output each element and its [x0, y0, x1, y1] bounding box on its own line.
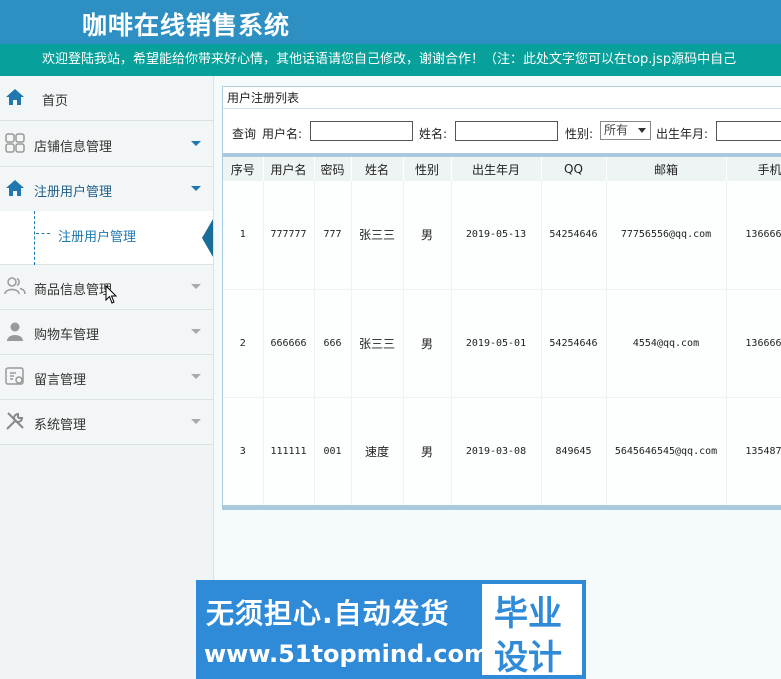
- mouse-cursor-icon: [105, 285, 118, 304]
- banner-slogan: 无须担心.自动发货: [206, 597, 450, 630]
- chevron-down-icon: [191, 419, 201, 424]
- col-header: QQ: [541, 157, 607, 181]
- gender-select[interactable]: 所有: [600, 121, 651, 140]
- sidebar-item-label: 注册用户管理: [34, 185, 113, 200]
- sidebar-item-registered-users[interactable]: 注册用户管理: [0, 167, 213, 212]
- chevron-down-icon: [191, 284, 201, 289]
- username-label: 用户名:: [262, 127, 303, 141]
- home-icon: [6, 180, 24, 196]
- col-header: 姓名: [351, 157, 404, 181]
- name-label: 姓名:: [419, 127, 448, 141]
- search-bar: 查询 用户名: 姓名: 性别: 所有 出生年月:: [223, 109, 781, 153]
- table-header-row: 序号 用户名 密码 姓名 性别 出生年月 QQ 邮箱 手机: [223, 157, 781, 181]
- message-icon: [5, 367, 24, 385]
- top-header: 咖啡在线销售系统: [0, 0, 781, 44]
- col-header: 性别: [403, 157, 452, 181]
- gender-label: 性别:: [565, 127, 594, 141]
- user-table: 序号 用户名 密码 姓名 性别 出生年月 QQ 邮箱 手机 1 777777 7…: [223, 157, 781, 506]
- username-input[interactable]: [310, 121, 413, 141]
- sidebar-subitem-label: 注册用户管理: [58, 230, 137, 245]
- col-header: 邮箱: [606, 157, 727, 181]
- sidebar-item-shop-info[interactable]: 店铺信息管理: [0, 122, 213, 167]
- name-input[interactable]: [455, 121, 558, 141]
- sidebar-item-system[interactable]: 系统管理: [0, 400, 213, 445]
- active-pointer-icon: [202, 219, 213, 257]
- sidebar-item-label: 商品信息管理: [34, 283, 113, 298]
- tools-icon: [6, 412, 24, 430]
- birth-label: 出生年月:: [656, 127, 709, 141]
- col-header: 序号: [223, 157, 264, 181]
- grid-icon: [5, 133, 25, 153]
- sidebar-item-label: 首页: [42, 94, 69, 109]
- banner-badge: 毕业 设计: [482, 584, 582, 678]
- sidebar-item-label: 购物车管理: [34, 328, 100, 343]
- watermark-banner: 无须担心.自动发货 www.51topmind.com 毕业 设计: [196, 580, 586, 679]
- welcome-marquee: 欢迎登陆我站，希望能给你带来好心情，其他话语请您自己修改，谢谢合作！（注：此处文…: [0, 44, 781, 76]
- chevron-down-icon: [191, 141, 201, 146]
- col-header: 密码: [314, 157, 352, 181]
- user-list-panel: 用户注册列表 查询 用户名: 姓名: 性别: 所有 出生年月: 序号 用户名 密…: [222, 86, 781, 510]
- chevron-down-icon: [191, 374, 201, 379]
- table-row[interactable]: 2 666666 666 张三三 男 2019-05-01 54254646 4…: [223, 289, 781, 398]
- table-row[interactable]: 1 777777 777 张三三 男 2019-05-13 54254646 7…: [223, 181, 781, 290]
- panel-title: 用户注册列表: [223, 87, 781, 109]
- banner-url: www.51topmind.com: [204, 640, 489, 668]
- app-title: 咖啡在线销售系统: [82, 11, 291, 40]
- home-icon: [6, 89, 24, 105]
- sidebar-item-messages[interactable]: 留言管理: [0, 355, 213, 400]
- users-icon: [4, 277, 26, 295]
- sidebar: 首页 店铺信息管理 注册用户管理 注册用户管理 商品信息管理 购物车管理 留言管…: [0, 76, 214, 679]
- chevron-down-icon: [191, 329, 201, 334]
- sidebar-item-label: 店铺信息管理: [34, 140, 113, 155]
- user-icon: [7, 322, 23, 341]
- col-header: 出生年月: [451, 157, 542, 181]
- query-label: 查询: [232, 127, 257, 141]
- col-header: 手机: [726, 157, 781, 181]
- sidebar-item-label: 系统管理: [34, 418, 87, 433]
- sidebar-item-label: 留言管理: [34, 373, 87, 388]
- sidebar-subitem-registered-users[interactable]: 注册用户管理: [0, 211, 213, 265]
- chevron-down-icon: [638, 128, 646, 133]
- chevron-down-icon: [191, 186, 201, 191]
- sidebar-item-cart[interactable]: 购物车管理: [0, 310, 213, 355]
- sidebar-item-home[interactable]: 首页: [0, 76, 213, 121]
- table-row[interactable]: 3 111111 001 速度 男 2019-03-08 849645 5645…: [223, 397, 781, 506]
- birth-input[interactable]: [716, 121, 781, 141]
- col-header: 用户名: [263, 157, 315, 181]
